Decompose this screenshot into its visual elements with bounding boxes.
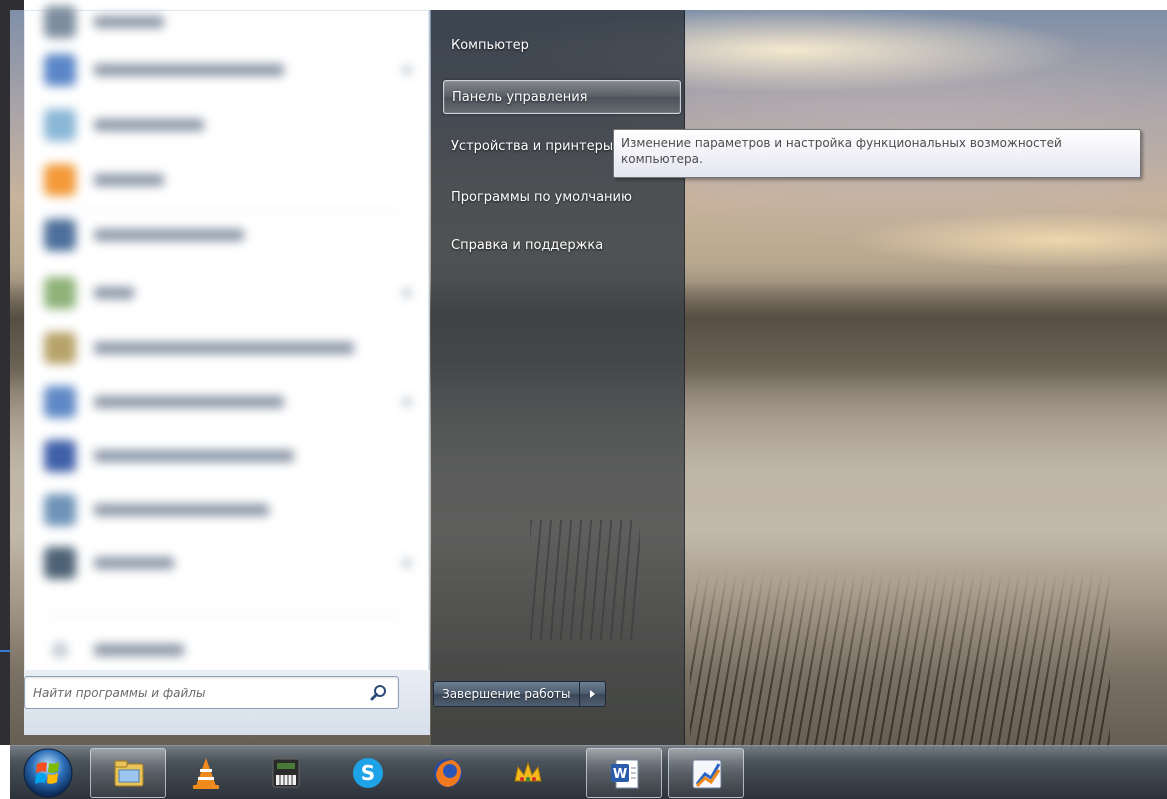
start-menu: Компьютер Панель управления Устройства и… bbox=[10, 6, 685, 745]
start-menu-programs-pane bbox=[24, 6, 430, 735]
program-item[interactable] bbox=[38, 2, 418, 42]
program-item[interactable] bbox=[38, 105, 418, 145]
program-item[interactable] bbox=[38, 160, 418, 200]
start-search-box[interactable] bbox=[24, 676, 399, 709]
taskbar-vlc[interactable] bbox=[168, 748, 244, 798]
menu-item-computer[interactable]: Компьютер bbox=[443, 29, 681, 63]
taskbar-piano-app[interactable] bbox=[248, 748, 324, 798]
program-item[interactable] bbox=[38, 436, 418, 476]
wallpaper-reeds bbox=[690, 570, 1110, 750]
microsoft-word-icon: W bbox=[611, 759, 639, 789]
program-item[interactable] bbox=[38, 543, 418, 583]
program-item[interactable] bbox=[38, 215, 418, 255]
shutdown-button[interactable]: Завершение работы bbox=[433, 681, 580, 707]
skype-icon: S bbox=[353, 758, 383, 788]
crown-app-icon bbox=[514, 761, 542, 782]
windows-explorer-icon bbox=[114, 760, 144, 787]
firefox-icon bbox=[434, 759, 462, 787]
search-icon[interactable] bbox=[370, 684, 388, 702]
program-item[interactable] bbox=[38, 50, 418, 90]
blurred-program-list bbox=[24, 6, 430, 670]
windows-start-orb-icon[interactable] bbox=[22, 747, 74, 799]
svg-text:S: S bbox=[361, 761, 375, 785]
tooltip-line-1: Изменение параметров и настройка функцио… bbox=[621, 136, 1062, 150]
start-menu-places-pane: Компьютер Панель управления Устройства и… bbox=[431, 10, 685, 745]
tooltip-line-2: компьютера. bbox=[621, 152, 703, 166]
program-item[interactable] bbox=[38, 490, 418, 530]
taskbar-explorer[interactable] bbox=[90, 748, 166, 798]
taskbar-skype[interactable]: S bbox=[330, 748, 406, 798]
menu-item-default-programs[interactable]: Программы по умолчанию bbox=[443, 181, 681, 215]
taskbar-firefox[interactable] bbox=[410, 748, 486, 798]
taskbar-word[interactable]: W bbox=[586, 748, 662, 798]
chart-viewer-icon bbox=[692, 759, 722, 789]
piano-keyboard-icon bbox=[272, 758, 300, 788]
control-panel-tooltip: Изменение параметров и настройка функцио… bbox=[613, 129, 1141, 178]
taskbar-crown-app[interactable] bbox=[490, 748, 566, 798]
taskbar-chart-app[interactable] bbox=[668, 748, 744, 798]
program-item[interactable] bbox=[38, 273, 418, 313]
shutdown-options-button[interactable] bbox=[579, 681, 606, 707]
shutdown-group: Завершение работы bbox=[433, 681, 606, 707]
program-item[interactable] bbox=[38, 382, 418, 422]
taskbar: S W bbox=[10, 745, 1167, 799]
menu-item-control-panel[interactable]: Панель управления bbox=[443, 80, 681, 114]
menu-item-help-support[interactable]: Справка и поддержка bbox=[443, 229, 681, 263]
all-programs-item[interactable] bbox=[38, 630, 418, 670]
vlc-player-icon bbox=[193, 758, 219, 789]
svg-text:W: W bbox=[613, 767, 627, 782]
program-item[interactable] bbox=[38, 328, 418, 368]
search-input[interactable] bbox=[33, 683, 363, 703]
chevron-right-icon bbox=[589, 690, 595, 698]
